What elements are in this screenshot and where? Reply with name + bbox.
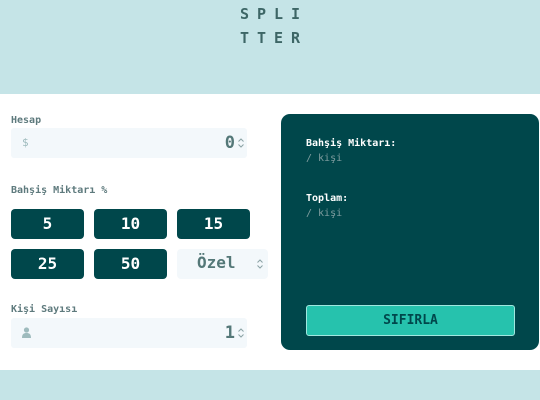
tip-button-50[interactable]: 50 — [94, 249, 167, 279]
people-label: Kişi Sayısı — [11, 304, 78, 315]
spinner-icon[interactable] — [237, 327, 245, 339]
tip-button-10[interactable]: 10 — [94, 209, 167, 239]
bill-label: Hesap — [11, 115, 42, 126]
custom-tip-input[interactable]: Özel — [177, 249, 268, 279]
bill-value: 0 — [224, 133, 235, 153]
dollar-icon: $ — [22, 136, 29, 149]
calculator-card: Hesap $ 0 Bahşiş Miktarı % 5 10 15 25 50… — [0, 94, 540, 370]
tip-button-25[interactable]: 25 — [11, 249, 84, 279]
people-input[interactable]: 1 — [11, 318, 247, 348]
bill-input[interactable]: $ 0 — [11, 128, 247, 158]
tip-amount-title: Bahşiş Miktarı: — [306, 138, 397, 149]
spinner-icon[interactable] — [256, 258, 264, 270]
result-panel: Bahşiş Miktarı: / kişi Toplam: / kişi SI… — [281, 114, 539, 350]
splitter-app: SPLI TTER Hesap $ 0 Bahşiş Miktarı % 5 1… — [0, 0, 540, 400]
person-icon — [22, 327, 31, 338]
tip-label: Bahşiş Miktarı % — [11, 185, 108, 196]
app-logo: SPLI TTER — [0, 2, 540, 50]
total-title: Toplam: — [306, 193, 349, 204]
tip-button-15[interactable]: 15 — [177, 209, 250, 239]
tip-amount-per-person: / kişi — [306, 153, 343, 164]
custom-tip-placeholder: Özel — [197, 253, 236, 272]
reset-button[interactable]: SIFIRLA — [306, 305, 515, 336]
spinner-icon[interactable] — [237, 137, 245, 149]
logo-line-1: SPLI — [239, 5, 309, 23]
total-per-person: / kişi — [306, 208, 343, 219]
people-value: 1 — [224, 323, 235, 343]
logo-line-2: TTER — [239, 29, 309, 47]
tip-button-5[interactable]: 5 — [11, 209, 84, 239]
